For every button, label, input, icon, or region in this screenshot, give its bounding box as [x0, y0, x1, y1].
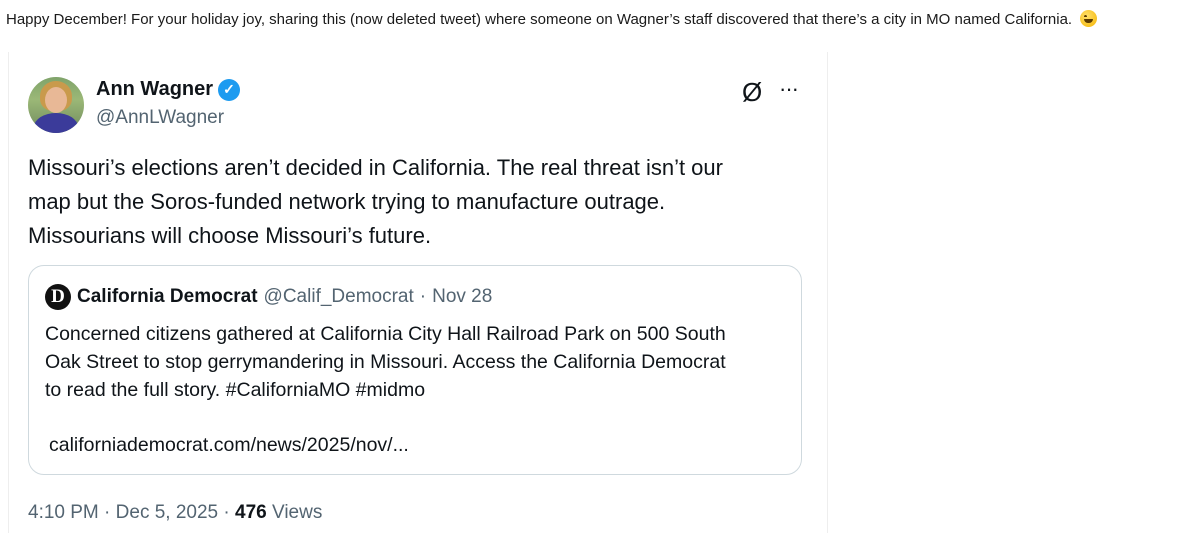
tweet-meta: 4:10 PM · Dec 5, 2025 · 476 Views — [28, 502, 322, 524]
quoted-tweet-header: D California Democrat @Calif_Democrat · … — [45, 284, 492, 310]
tweet-text-line: map but the Soros-funded network trying … — [28, 189, 666, 214]
tweet-text-line: Missourians will choose Missouri’s futur… — [28, 223, 432, 248]
california-democrat-logo-icon: D — [45, 284, 71, 310]
grok-icon[interactable]: Ø — [742, 79, 768, 105]
quoted-tweet-text: Concerned citizens gathered at Californi… — [45, 320, 795, 404]
tweet-text-line: Missouri’s elections aren’t decided in C… — [28, 155, 723, 180]
avatar[interactable] — [28, 77, 84, 133]
views-label: Views — [272, 502, 323, 523]
more-options-icon[interactable]: ··· — [779, 76, 805, 102]
author-name[interactable]: Ann Wagner — [96, 78, 213, 101]
separator-dot: · — [104, 502, 111, 523]
post-intro: Happy December! For your holiday joy, sh… — [6, 10, 1098, 28]
verified-badge-icon[interactable]: ✓ — [218, 78, 241, 101]
separator-dot: · — [419, 286, 427, 307]
tweet-screenshot: Ann Wagner ✓ @AnnLWagner Ø ··· Missouri’… — [8, 52, 828, 533]
quoted-tweet-card[interactable]: D California Democrat @Calif_Democrat · … — [28, 265, 802, 475]
tweet-text: Missouri’s elections aren’t decided in C… — [28, 151, 808, 253]
quoted-author-name: California Democrat — [77, 286, 258, 307]
quoted-author-handle: @Calif_Democrat — [263, 286, 414, 307]
intro-text: Happy December! For your holiday joy, sh… — [6, 11, 1073, 28]
quoted-text-line: Oak Street to stop gerrymandering in Mis… — [45, 351, 726, 373]
author-row: Ann Wagner ✓ — [96, 78, 241, 101]
grinning-sweat-emoji-icon — [1080, 10, 1098, 27]
separator-dot: · — [223, 502, 230, 523]
author-handle[interactable]: @AnnLWagner — [96, 107, 224, 129]
views-count: 476 — [235, 502, 267, 523]
quoted-link[interactable]: californiademocrat.com/news/2025/nov/... — [49, 434, 409, 457]
quoted-date: Nov 28 — [432, 286, 493, 307]
quoted-text-line: Concerned citizens gathered at Californi… — [45, 323, 726, 345]
quoted-text-line: to read the full story. #CaliforniaMO #m… — [45, 379, 426, 401]
tweet-time[interactable]: 4:10 PM — [28, 502, 99, 523]
tweet-date[interactable]: Dec 5, 2025 — [116, 502, 218, 523]
